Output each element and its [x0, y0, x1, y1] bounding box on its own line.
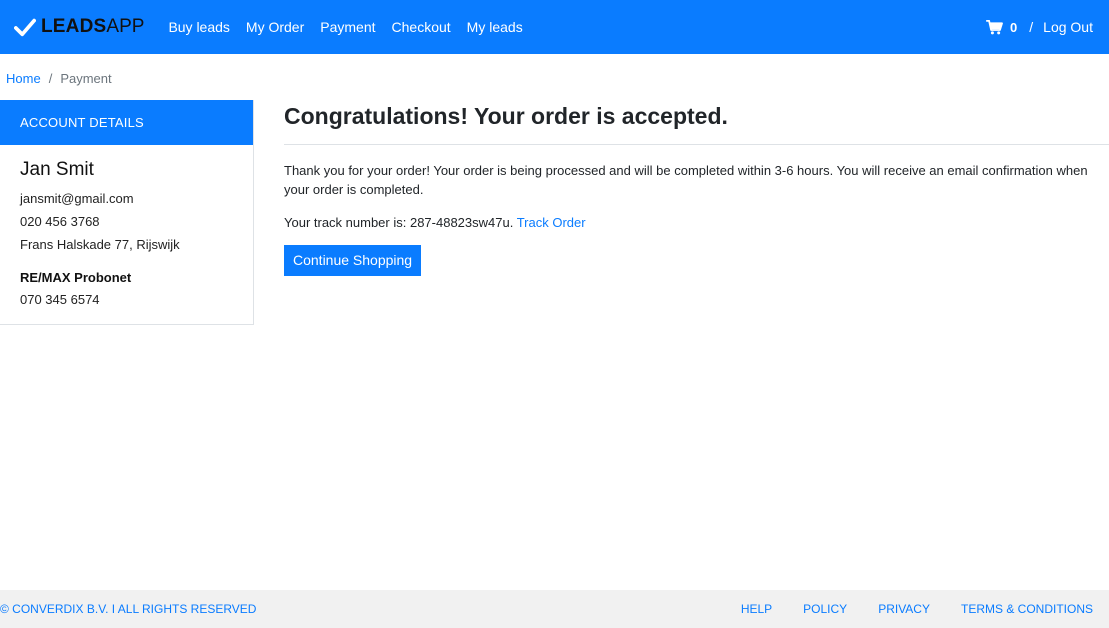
account-details-header: ACCOUNT DETAILS: [0, 100, 253, 145]
main-nav: Buy leads My Order Payment Checkout My l…: [168, 19, 538, 35]
nav-my-order[interactable]: My Order: [246, 19, 304, 35]
brand-name-bold: LEADS: [41, 16, 107, 37]
account-name: Jan Smit: [20, 159, 94, 180]
nav-separator: /: [1029, 19, 1034, 35]
track-number: Your track number is: 287-48823sw47u.: [284, 215, 514, 230]
breadcrumb-current: Payment: [60, 71, 112, 86]
footer-copyright: © CONVERDIX B.V. I ALL RIGHTS RESERVED: [0, 602, 257, 616]
cart-count: 0: [1010, 19, 1018, 35]
page-title: Congratulations! Your order is accepted.: [284, 103, 1109, 145]
account-company-phone: 070 345 6574: [20, 292, 100, 307]
cart-icon: [986, 19, 1003, 34]
nav-payment[interactable]: Payment: [320, 19, 375, 35]
footer: © CONVERDIX B.V. I ALL RIGHTS RESERVED H…: [0, 590, 1109, 628]
top-navbar: LEADS APP Buy leads My Order Payment Chec…: [0, 0, 1109, 54]
brand-name-light: APP: [106, 16, 145, 37]
nav-right: 0 / Log Out: [986, 0, 1093, 54]
account-address: Frans Halskade 77, Rijswijk: [20, 237, 180, 252]
continue-shopping-button[interactable]: Continue Shopping: [284, 245, 422, 276]
cart-button[interactable]: 0: [986, 19, 1018, 35]
account-details-body: Jan Smit jansmit@gmail.com 020 456 3768 …: [0, 145, 253, 325]
checkmark-icon: [14, 18, 36, 37]
footer-policy-link[interactable]: POLICY: [803, 602, 847, 616]
footer-terms-link[interactable]: TERMS & CONDITIONS: [961, 602, 1093, 616]
order-message: Thank you for your order! Your order is …: [284, 163, 1088, 197]
nav-buy-leads[interactable]: Buy leads: [168, 19, 229, 35]
account-company: RE/MAX Probonet: [20, 270, 132, 285]
brand-logo[interactable]: LEADS APP: [14, 0, 144, 54]
account-phone: 020 456 3768: [20, 214, 100, 229]
breadcrumb-divider: /: [48, 71, 53, 86]
breadcrumb-home[interactable]: Home: [6, 71, 41, 86]
main-content: Congratulations! Your order is accepted.…: [284, 100, 1109, 276]
footer-help-link[interactable]: HELP: [741, 602, 772, 616]
footer-links: HELP POLICY PRIVACY TERMS & CONDITIONS: [710, 602, 1093, 616]
account-details-card: ACCOUNT DETAILS Jan Smit jansmit@gmail.c…: [0, 100, 254, 325]
logout-link[interactable]: Log Out: [1043, 19, 1093, 35]
nav-my-leads[interactable]: My leads: [467, 19, 523, 35]
footer-privacy-link[interactable]: PRIVACY: [878, 602, 930, 616]
breadcrumb: Home / Payment: [6, 71, 112, 86]
nav-checkout[interactable]: Checkout: [392, 19, 451, 35]
track-info: Your track number is: 287-48823sw47u. Tr…: [284, 215, 1109, 230]
account-email: jansmit@gmail.com: [20, 191, 134, 206]
track-order-link[interactable]: Track Order: [517, 215, 586, 230]
